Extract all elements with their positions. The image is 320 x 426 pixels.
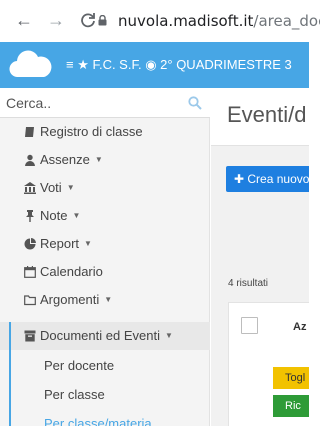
sidebar-item-label: Documenti ed Eventi bbox=[40, 328, 160, 343]
topbar-menu[interactable]: ≡ ★ F.C. S.F. ◉ 2° QUADRIMESTRE 3 bbox=[66, 42, 292, 88]
search-input[interactable] bbox=[6, 92, 176, 114]
calendar-icon bbox=[24, 266, 36, 278]
caret-down-icon: ▼ bbox=[94, 155, 103, 164]
sidebar-subitem-per-docente[interactable]: Per docente bbox=[12, 351, 210, 380]
sidebar-item-label: Voti bbox=[40, 180, 62, 195]
sidebar-item-voti[interactable]: Voti ▼ bbox=[0, 174, 210, 202]
sidebar-item-documenti-eventi[interactable]: Documenti ed Eventi ▼ bbox=[0, 322, 210, 350]
results-count: 4 risultati bbox=[228, 278, 269, 289]
sidebar-item-note[interactable]: Note ▼ bbox=[0, 202, 210, 230]
results-table: Az Togl Ric bbox=[228, 302, 309, 426]
sidebar-item-assenze[interactable]: Assenze ▼ bbox=[0, 146, 210, 174]
user-icon bbox=[25, 154, 35, 166]
bank-icon bbox=[24, 182, 36, 194]
folder-icon bbox=[24, 295, 36, 306]
back-arrow-icon[interactable]: ← bbox=[13, 9, 35, 31]
reload-icon[interactable] bbox=[77, 9, 99, 31]
archive-icon bbox=[24, 330, 36, 342]
lock-icon bbox=[98, 15, 107, 26]
sidebar-item-label: Note bbox=[40, 208, 68, 223]
column-header-azioni: Az bbox=[293, 321, 307, 333]
sidebar-item-label: Registro di classe bbox=[40, 124, 143, 139]
caret-down-icon: ▼ bbox=[164, 331, 173, 340]
create-new-button[interactable]: ✚ Crea nuovo bbox=[226, 166, 309, 192]
forward-arrow-icon[interactable]: → bbox=[45, 9, 67, 31]
browser-toolbar: ← → nuvola.madisoft.it/area_doce bbox=[0, 0, 320, 42]
caret-down-icon: ▼ bbox=[104, 295, 113, 304]
page-header: Eventi/d bbox=[211, 88, 309, 146]
caret-down-icon: ▼ bbox=[66, 183, 75, 192]
pin-icon bbox=[26, 210, 34, 222]
search-icon[interactable] bbox=[188, 96, 202, 110]
url-path: /area_doce bbox=[253, 12, 320, 30]
sidebar-item-label: Assenze bbox=[40, 152, 90, 167]
book-icon bbox=[25, 127, 34, 137]
sidebar-item-calendario[interactable]: Calendario bbox=[0, 258, 210, 286]
reload-button[interactable]: Ric bbox=[273, 395, 309, 417]
sidebar-item-argomenti[interactable]: Argomenti ▼ bbox=[0, 286, 210, 314]
caret-down-icon: ▼ bbox=[72, 211, 81, 220]
page-title: Eventi/d bbox=[227, 102, 307, 127]
address-bar[interactable]: nuvola.madisoft.it/area_doce bbox=[118, 0, 320, 42]
cloud-logo-icon[interactable] bbox=[8, 47, 52, 83]
active-section-indicator bbox=[9, 322, 11, 426]
sidebar-item-label: Argomenti bbox=[40, 292, 100, 307]
sidebar-item-label: Report bbox=[40, 236, 80, 251]
pie-chart-icon bbox=[24, 238, 36, 250]
remove-button[interactable]: Togl bbox=[273, 367, 309, 389]
app-topbar: ≡ ★ F.C. S.F. ◉ 2° QUADRIMESTRE 3 bbox=[0, 42, 309, 88]
sidebar-subitem-per-classe[interactable]: Per classe bbox=[12, 380, 210, 409]
sidebar-item-label: Calendario bbox=[40, 264, 103, 279]
sidebar-item-registro[interactable]: Registro di classe bbox=[0, 118, 210, 146]
url-host: nuvola.madisoft.it bbox=[118, 12, 254, 30]
main-content: Eventi/d ✚ Crea nuovo 4 risultati Az Tog… bbox=[211, 88, 309, 426]
sidebar-search bbox=[0, 88, 210, 118]
caret-down-icon: ▼ bbox=[84, 239, 92, 248]
sidebar-subitem-per-classe-materia[interactable]: Per classe/materia bbox=[12, 409, 210, 426]
sidebar-item-report[interactable]: Report ▼ bbox=[0, 230, 210, 258]
select-all-checkbox[interactable] bbox=[241, 317, 258, 334]
sidebar: Registro di classe Assenze▼ Voti▼ Note▼ … bbox=[0, 88, 210, 426]
